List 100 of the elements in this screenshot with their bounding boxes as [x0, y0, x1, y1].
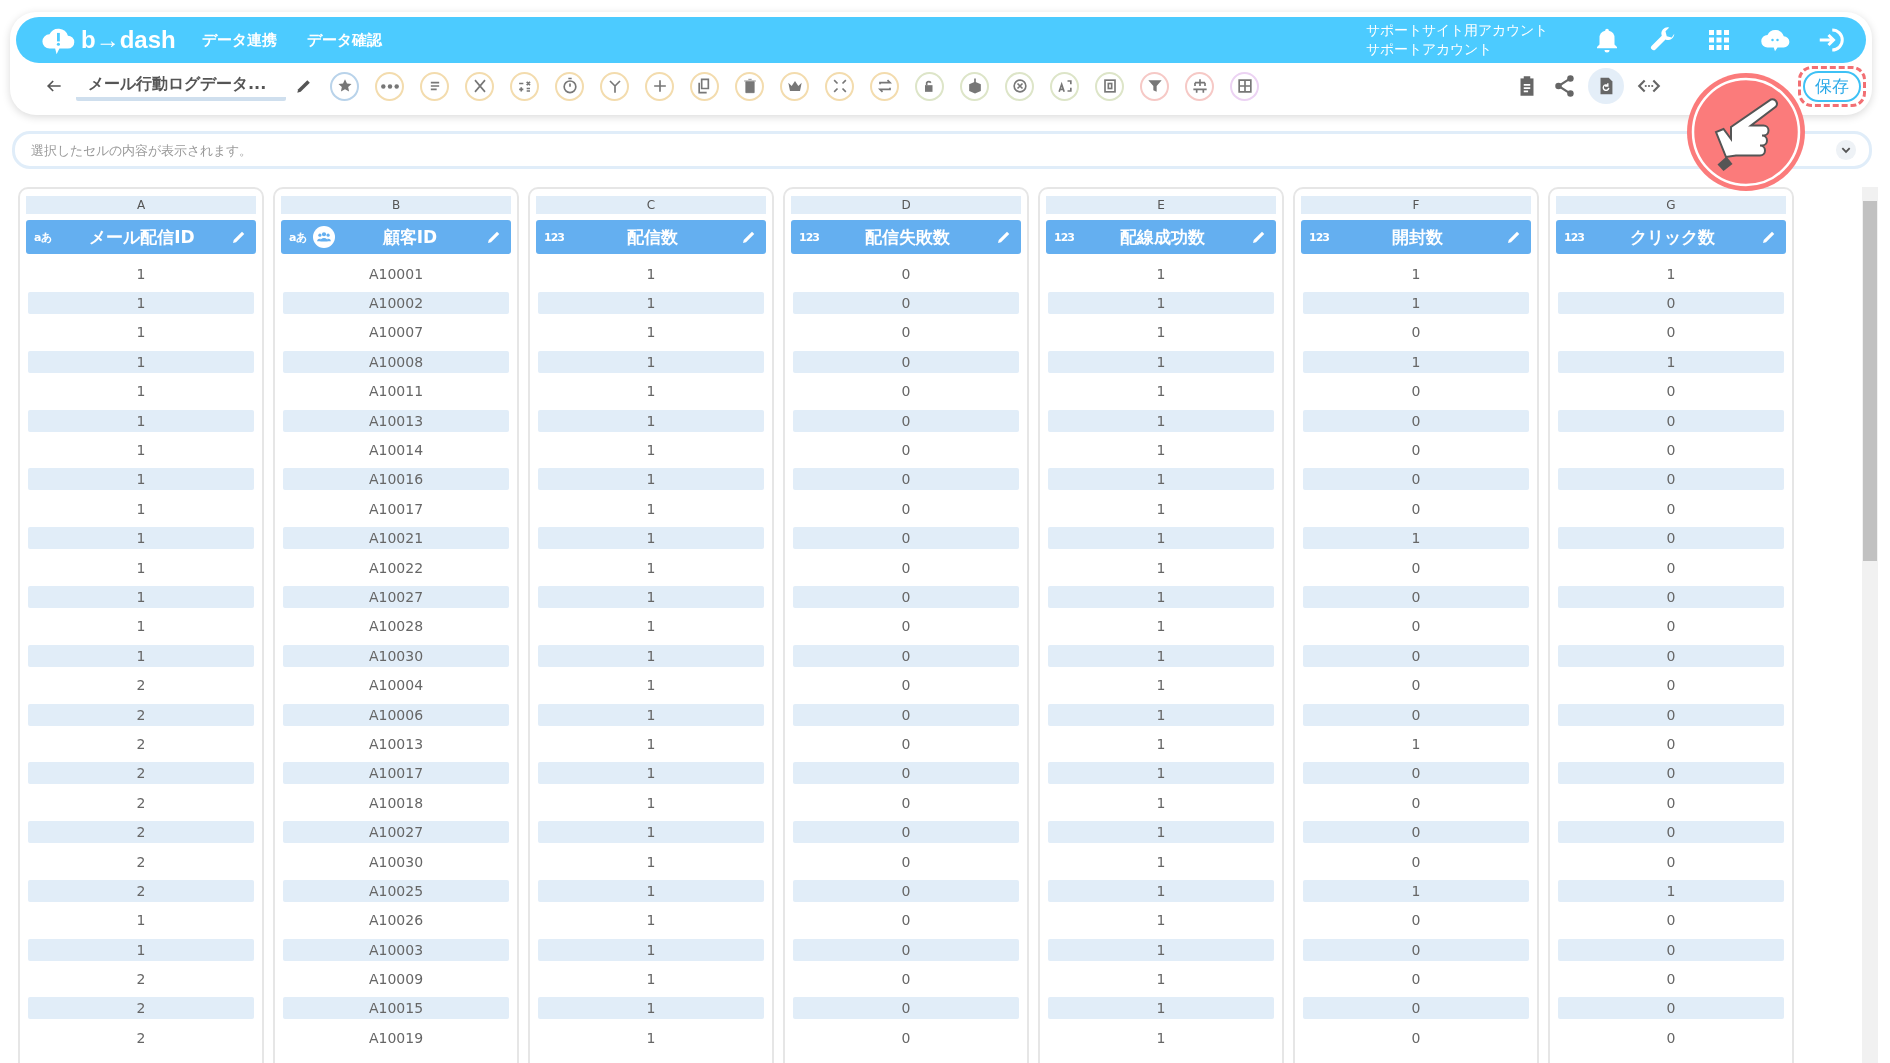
table-cell[interactable]: 1	[538, 850, 764, 873]
table-cell[interactable]: A10004	[283, 674, 509, 697]
table-cell[interactable]: 0	[793, 968, 1019, 991]
table-cell[interactable]: 2	[28, 791, 254, 814]
table-cell[interactable]: 1	[1048, 762, 1274, 785]
table-cell[interactable]: 2	[28, 821, 254, 844]
table-cell[interactable]: 1	[538, 292, 764, 315]
table-cell[interactable]: 1	[538, 938, 764, 961]
table-cell[interactable]: 0	[1558, 380, 1784, 403]
table-cell[interactable]: 0	[1303, 586, 1529, 608]
table-cell[interactable]: 0	[793, 439, 1019, 462]
table-cell[interactable]: A10030	[283, 644, 509, 667]
table-cell[interactable]: 0	[793, 703, 1019, 726]
table-cell[interactable]: 1	[1048, 1026, 1274, 1049]
table-cell[interactable]: 1	[1048, 644, 1274, 667]
table-cell[interactable]: 1	[1048, 380, 1274, 403]
table-cell[interactable]: 1	[28, 262, 254, 285]
column-letter[interactable]: B	[281, 196, 511, 214]
table-cell[interactable]: 1	[28, 938, 254, 961]
table-cell[interactable]: 0	[1303, 938, 1529, 961]
table-cell[interactable]: 0	[1558, 703, 1784, 726]
table-cell[interactable]: 0	[1558, 439, 1784, 462]
table-cell[interactable]: A10025	[283, 879, 509, 902]
table-cell[interactable]: 0	[793, 497, 1019, 520]
table-cell[interactable]: 1	[28, 409, 254, 432]
table-cell[interactable]: 1	[538, 791, 764, 814]
table-cell[interactable]: 0	[793, 850, 1019, 873]
table-cell[interactable]: 1	[538, 762, 764, 785]
table-cell[interactable]: 2	[28, 762, 254, 785]
table-cell[interactable]: 0	[793, 674, 1019, 697]
table-cell[interactable]: 0	[1558, 292, 1784, 315]
table-cell[interactable]: 1	[538, 879, 764, 902]
table-cell[interactable]: A10003	[283, 938, 509, 961]
table-cell[interactable]: 1	[1048, 409, 1274, 432]
table-cell[interactable]: A10001	[283, 262, 509, 285]
math-tool-button[interactable]	[510, 71, 540, 101]
table-cell[interactable]: 1	[1303, 292, 1529, 315]
export-box-tool-button[interactable]	[960, 71, 990, 101]
table-cell[interactable]: 1	[28, 556, 254, 579]
table-cell[interactable]: 0	[793, 791, 1019, 814]
table-cell[interactable]: 0	[1303, 468, 1529, 491]
table-cell[interactable]: A10002	[283, 292, 509, 315]
table-cell[interactable]: A10006	[283, 703, 509, 726]
table-cell[interactable]: A10017	[283, 762, 509, 785]
table-cell[interactable]: 0	[793, 586, 1019, 608]
file-name-field[interactable]: メール行動ログデータ...	[76, 71, 287, 101]
table-cell[interactable]: 1	[1048, 997, 1274, 1020]
table-cell[interactable]: 0	[1558, 968, 1784, 991]
table-cell[interactable]: 1	[538, 556, 764, 579]
table-cell[interactable]: A10017	[283, 497, 509, 520]
table-cell[interactable]: 0	[1303, 850, 1529, 873]
table-cell[interactable]: 1	[1048, 674, 1274, 697]
table-cell[interactable]: 2	[28, 850, 254, 873]
table-cell[interactable]: 1	[538, 380, 764, 403]
table-cell[interactable]: 1	[538, 968, 764, 991]
table-cell[interactable]: 1	[28, 292, 254, 315]
cancel-tool-button[interactable]	[1005, 71, 1035, 101]
table-cell[interactable]: A10008	[283, 350, 509, 373]
table-cell[interactable]: 1	[538, 262, 764, 285]
table-cell[interactable]: 1	[1048, 527, 1274, 550]
table-cell[interactable]: 0	[1558, 497, 1784, 520]
table-cell[interactable]: A10007	[283, 321, 509, 344]
table-cell[interactable]: 1	[1048, 850, 1274, 873]
repeat-tool-button[interactable]	[870, 71, 900, 101]
table-cell[interactable]: 1	[538, 615, 764, 638]
table-cell[interactable]: 1	[1303, 527, 1529, 550]
table-cell[interactable]: 1	[1048, 732, 1274, 755]
zero-box-tool-button[interactable]	[1095, 71, 1125, 101]
table-cell[interactable]: 0	[1558, 556, 1784, 579]
table-cell[interactable]: 1	[1048, 909, 1274, 932]
table-cell[interactable]: 1	[28, 615, 254, 638]
translate-tool-button[interactable]	[1050, 71, 1080, 101]
table-cell[interactable]: 0	[1558, 791, 1784, 814]
table-cell[interactable]: 2	[28, 674, 254, 697]
table-cell[interactable]: 1	[1303, 262, 1529, 285]
table-cell[interactable]: 0	[793, 821, 1019, 844]
table-cell[interactable]: 0	[1303, 791, 1529, 814]
table-cell[interactable]: 1	[538, 1026, 764, 1049]
table-cell[interactable]: 1	[1048, 703, 1274, 726]
stopwatch-tool-button[interactable]	[555, 71, 585, 101]
table-cell[interactable]: 2	[28, 703, 254, 726]
table-cell[interactable]: 1	[28, 380, 254, 403]
plus-tool-button[interactable]	[645, 71, 675, 101]
table-cell[interactable]: 1	[1048, 586, 1274, 608]
table-cell[interactable]: 0	[793, 409, 1019, 432]
table-cell[interactable]: 0	[1303, 997, 1529, 1020]
table-cell[interactable]: 0	[1558, 409, 1784, 432]
table-cell[interactable]: A10015	[283, 997, 509, 1020]
copy-tool-button[interactable]	[690, 71, 720, 101]
table-cell[interactable]: A10016	[283, 468, 509, 491]
table-cell[interactable]: A10026	[283, 909, 509, 932]
table-cell[interactable]: 0	[793, 938, 1019, 961]
table-cell[interactable]: 0	[1303, 821, 1529, 844]
scrollbar[interactable]	[1862, 187, 1878, 1063]
table-cell[interactable]: 1	[1048, 879, 1274, 902]
table-cell[interactable]: 1	[538, 732, 764, 755]
table-cell[interactable]: 0	[1558, 586, 1784, 608]
table-cell[interactable]: 1	[1048, 791, 1274, 814]
table-cell[interactable]: 1	[1558, 350, 1784, 373]
table-cell[interactable]: 0	[1558, 615, 1784, 638]
